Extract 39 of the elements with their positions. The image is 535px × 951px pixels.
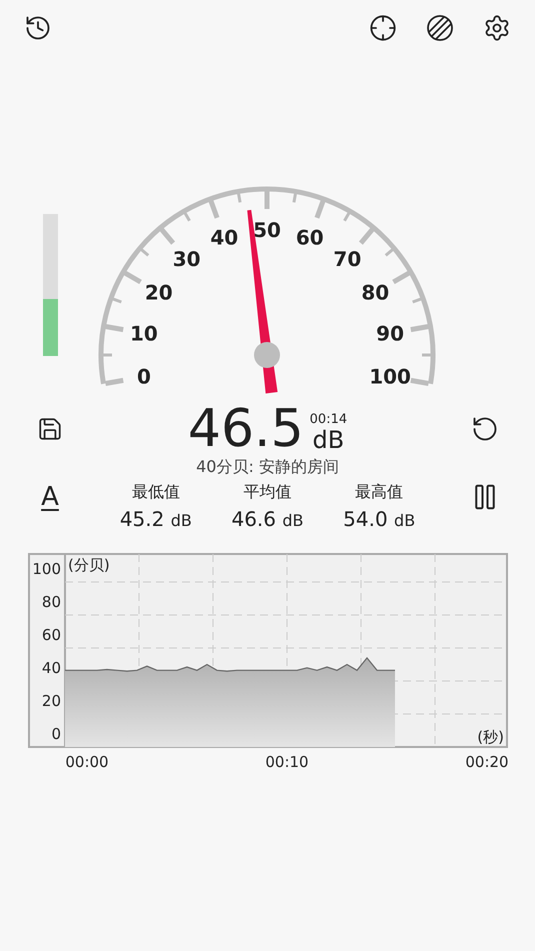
stat-value: 46.6 dB xyxy=(231,507,304,531)
gauge-label: 10 xyxy=(130,321,158,346)
stat-value: 45.2 dB xyxy=(120,507,192,531)
x-axis-label: (秒) xyxy=(477,728,504,746)
weighting-button[interactable]: A xyxy=(41,482,59,512)
y-axis-label: (分贝) xyxy=(68,556,110,574)
gauge-label: 100 xyxy=(369,364,411,389)
x-tick-label: 00:10 xyxy=(265,753,309,771)
gauge-label: 60 xyxy=(296,226,324,250)
unit-label: dB xyxy=(312,427,344,453)
reset-icon[interactable] xyxy=(471,415,499,443)
x-tick-label: 00:00 xyxy=(65,753,109,771)
y-tick-label: 20 xyxy=(42,692,61,710)
x-tick-label: 00:20 xyxy=(465,753,509,771)
striped-circle-icon[interactable] xyxy=(426,14,454,42)
gauge-label: 0 xyxy=(136,364,151,389)
y-tick-label: 40 xyxy=(42,659,61,678)
gauge-label: 30 xyxy=(172,247,201,272)
stat-label: 最高值 xyxy=(355,482,404,503)
gauge-label: 80 xyxy=(361,280,390,304)
stat-label: 最低值 xyxy=(132,482,180,503)
gauge-label: 70 xyxy=(333,247,362,272)
settings-icon[interactable] xyxy=(483,14,511,42)
stat-label: 平均值 xyxy=(243,482,292,503)
gauge-label: 50 xyxy=(253,218,281,242)
history-icon[interactable] xyxy=(24,14,52,42)
gauge-label: 20 xyxy=(144,280,173,304)
y-tick-label: 0 xyxy=(51,725,61,743)
y-tick-label: 100 xyxy=(32,560,61,578)
y-tick-label: 80 xyxy=(42,593,61,612)
elapsed-time: 00:14 xyxy=(310,412,348,427)
noise-description: 40分贝: 安静的房间 xyxy=(195,457,340,478)
save-icon[interactable] xyxy=(37,416,63,442)
stat-value: 54.0 dB xyxy=(343,507,416,531)
gauge-label: 40 xyxy=(210,226,238,250)
decibel-reading: 46.5 xyxy=(188,403,304,455)
gauge-label: 90 xyxy=(376,321,404,346)
y-tick-label: 60 xyxy=(42,626,61,644)
crosshair-icon[interactable] xyxy=(369,14,397,42)
